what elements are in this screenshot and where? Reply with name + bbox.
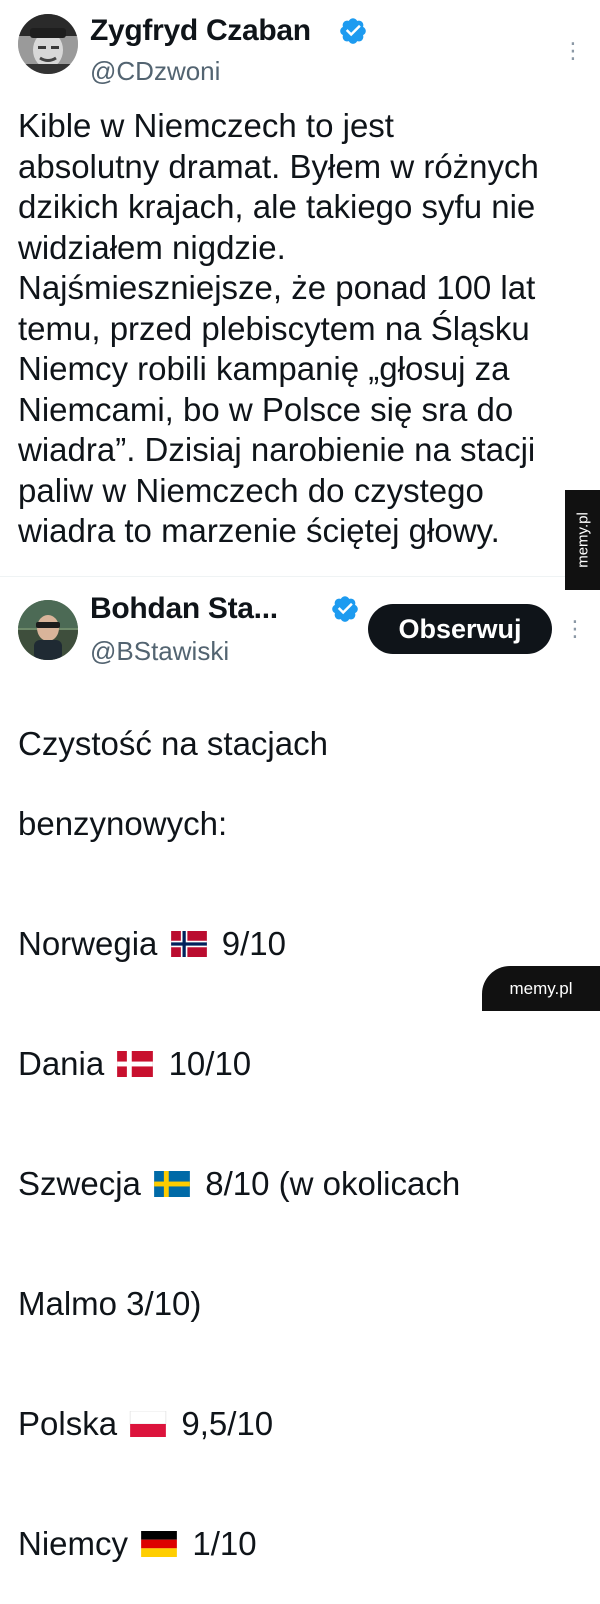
more-options-icon[interactable]: ⋮	[562, 40, 584, 62]
rating-line: Norwegia 9/10	[18, 924, 578, 964]
rating-line: Niemcy 1/10	[18, 1524, 578, 1564]
watermark-text: memy.pl	[574, 512, 591, 568]
rating-score: 10/10	[168, 1045, 252, 1082]
rating-score: 8/10 (w okolicach	[205, 1165, 461, 1202]
poland-flag-icon	[130, 1411, 167, 1437]
rating-line: Szwecja 8/10 (w okolicach	[18, 1164, 578, 1204]
divider	[0, 576, 600, 577]
country-name: Dania	[18, 1045, 105, 1082]
rating-continuation: Malmo 3/10)	[18, 1285, 202, 1322]
watermark-corner: memy.pl	[482, 966, 600, 1011]
country-name: Polska	[18, 1405, 118, 1442]
country-name: Norwegia	[18, 925, 158, 962]
display-name[interactable]: Bohdan Sta...	[90, 592, 278, 626]
rating-score: 9/10	[221, 925, 286, 962]
follow-button[interactable]: Obserwuj	[368, 604, 552, 654]
rating-line: Dania 10/10	[18, 1044, 578, 1084]
avatar[interactable]	[18, 14, 78, 74]
handle[interactable]: @BStawiski	[90, 636, 229, 667]
sweden-flag-icon	[154, 1171, 190, 1197]
verified-badge-icon	[340, 18, 366, 44]
rating-score: 1/10	[192, 1525, 257, 1562]
norway-flag-icon	[170, 931, 207, 957]
display-name[interactable]: Zygfryd Czaban	[90, 14, 311, 48]
country-name: Szwecja	[18, 1165, 141, 1202]
watermark-side: memy.pl	[565, 490, 600, 590]
denmark-flag-icon	[117, 1051, 154, 1077]
avatar[interactable]	[18, 600, 78, 660]
verified-badge-icon	[332, 596, 358, 622]
handle[interactable]: @CDzwoni	[90, 56, 220, 87]
tweet-text: Czystość na stacjach benzynowych: Norweg…	[18, 684, 578, 1604]
intro-line: benzynowych:	[18, 805, 228, 842]
rating-line: Polska 9,5/10	[18, 1404, 578, 1444]
germany-flag-icon	[141, 1531, 178, 1557]
tweet-1: Zygfryd Czaban @CDzwoni ⋮ Kible w Niemcz…	[0, 0, 600, 575]
more-options-icon[interactable]: ⋮	[564, 618, 586, 640]
rating-score: 9,5/10	[181, 1405, 274, 1442]
intro-line: Czystość na stacjach	[18, 725, 328, 762]
tweet-text: Kible w Niemczech to jest absolutny dram…	[18, 107, 539, 549]
country-name: Niemcy	[18, 1525, 129, 1562]
